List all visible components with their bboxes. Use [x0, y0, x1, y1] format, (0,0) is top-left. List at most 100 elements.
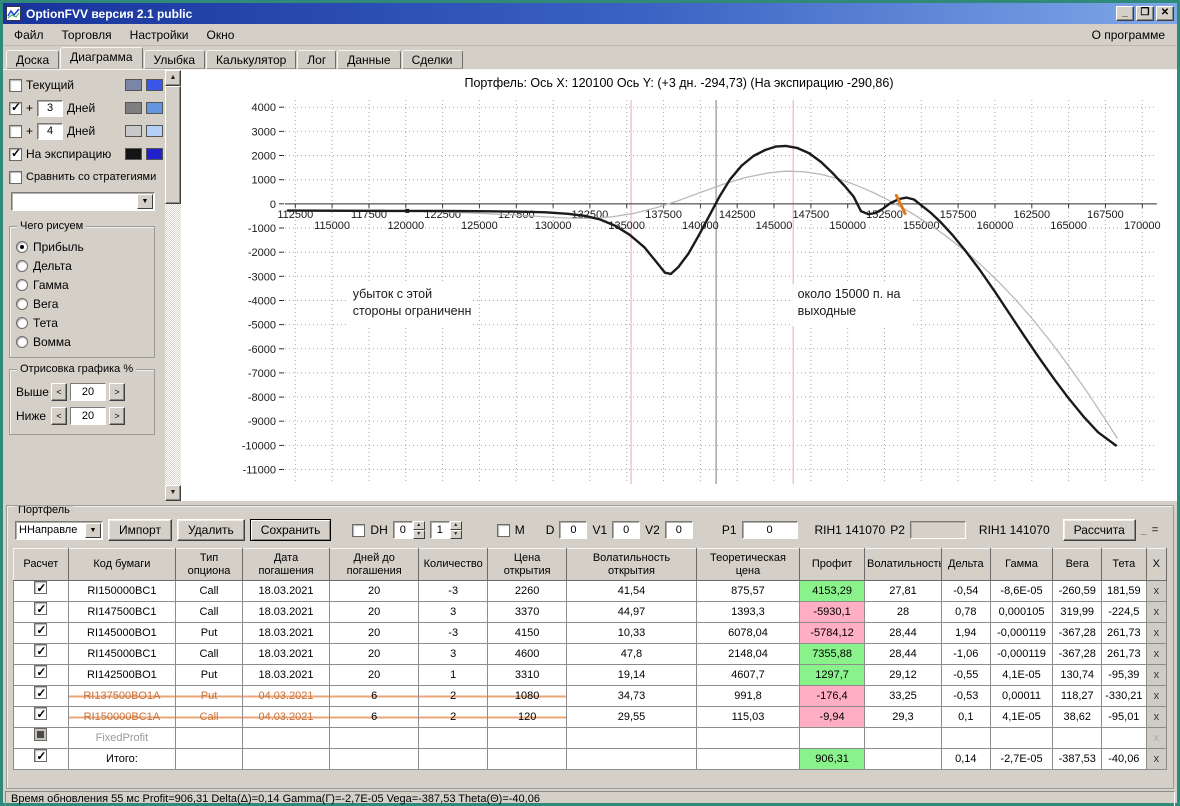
panel-restore-icon[interactable]: = [1152, 524, 1158, 536]
maximize-icon[interactable]: ❐ [1136, 6, 1154, 21]
delete-row-button[interactable]: x [1145, 727, 1168, 749]
column-header-9[interactable]: Профит [799, 548, 865, 581]
column-header-1[interactable]: Код бумаги [67, 548, 177, 581]
column-header-14[interactable]: Тета [1101, 548, 1147, 581]
spin-up-icon[interactable]: ▲ [449, 521, 462, 530]
draw-option-theta[interactable]: Тета [16, 313, 148, 332]
days-4-input[interactable] [37, 122, 64, 140]
d-input[interactable] [559, 521, 588, 539]
column-header-11[interactable]: Дельта [940, 548, 991, 581]
below-percent-input[interactable] [70, 407, 106, 425]
dh-spinner-1-input[interactable] [392, 521, 413, 539]
column-header-4[interactable]: Дней до погашения [329, 548, 420, 581]
close-icon[interactable]: ✕ [1156, 6, 1174, 21]
titlebar[interactable]: OptionFVV версия 2.1 public _ ❐ ✕ [3, 3, 1177, 24]
tab-calculator[interactable]: Калькулятор [206, 50, 297, 69]
current-color-swatch-1[interactable] [125, 79, 142, 91]
delete-row-button[interactable]: x [1145, 664, 1168, 686]
import-button[interactable]: Импорт [108, 519, 172, 541]
row-calc-checkbox[interactable] [34, 728, 48, 741]
column-header-13[interactable]: Вега [1052, 548, 1103, 581]
column-header-0[interactable]: Расчет [13, 548, 69, 581]
above-increase-icon[interactable]: > [109, 383, 125, 401]
expiration-checkbox[interactable] [9, 146, 22, 161]
column-header-15[interactable]: X [1145, 548, 1168, 581]
radio-delta[interactable] [16, 259, 28, 272]
column-header-3[interactable]: Дата погашения [241, 548, 331, 581]
scroll-down-icon[interactable]: ▼ [165, 485, 181, 501]
calculate-button[interactable]: Рассчита [1062, 519, 1136, 541]
p1-input[interactable] [741, 521, 798, 539]
profit-chart[interactable]: 4000 3000 2000 1000 0 -1000 -2000 -3000 -4000 -50… [185, 92, 1173, 498]
below-increase-icon[interactable]: > [109, 407, 125, 425]
radio-vomma[interactable] [16, 335, 28, 348]
menu-window[interactable]: Окно [198, 26, 244, 44]
below-decrease-icon[interactable]: < [51, 407, 67, 425]
days-4-color-swatch-2[interactable] [146, 125, 163, 137]
row-calc-checkbox[interactable] [34, 686, 48, 703]
tab-board[interactable]: Доска [6, 50, 60, 69]
direction-select[interactable]: ННаправле ▼ [15, 520, 103, 540]
tab-smile[interactable]: Улыбка [143, 50, 206, 69]
draw-option-vomma[interactable]: Вомма [16, 332, 148, 351]
days-4-checkbox[interactable] [9, 124, 22, 138]
row-calc-checkbox[interactable] [34, 665, 48, 682]
panel-minimize-icon[interactable]: _ [1141, 524, 1147, 536]
row-calc-checkbox[interactable] [34, 623, 48, 640]
menu-about[interactable]: О программе [1082, 26, 1175, 44]
expiration-color-swatch-2[interactable] [146, 148, 163, 160]
tab-deals[interactable]: Сделки [401, 50, 463, 69]
days-3-input[interactable] [37, 99, 64, 117]
draw-option-gamma[interactable]: Гамма [16, 275, 148, 294]
delete-row-button[interactable]: x [1145, 706, 1168, 728]
delete-row-button[interactable]: x [1145, 601, 1168, 623]
current-checkbox[interactable] [9, 78, 22, 92]
days-4-color-swatch-1[interactable] [125, 125, 142, 137]
settings-scrollbar[interactable]: ▲ ▼ [165, 70, 181, 501]
delete-row-button[interactable]: x [1145, 748, 1168, 770]
spin-up-icon[interactable]: ▲ [412, 521, 425, 530]
radio-theta[interactable] [16, 316, 28, 329]
row-calc-checkbox[interactable] [34, 602, 48, 619]
scrollbar-thumb[interactable] [165, 86, 181, 204]
strategy-select[interactable]: ▼ [11, 192, 155, 211]
radio-vega[interactable] [16, 297, 28, 310]
dh-checkbox[interactable] [352, 523, 366, 537]
above-percent-input[interactable] [70, 383, 106, 401]
row-calc-checkbox[interactable] [34, 707, 48, 724]
row-calc-checkbox[interactable] [34, 644, 48, 661]
draw-option-delta[interactable]: Дельта [16, 256, 148, 275]
v1-input[interactable] [612, 521, 641, 539]
delete-row-button[interactable]: x [1145, 622, 1168, 644]
dh-spinner-2-input[interactable] [429, 521, 450, 539]
m-checkbox[interactable] [496, 523, 510, 537]
tab-data[interactable]: Данные [337, 50, 401, 69]
spin-down-icon[interactable]: ▼ [412, 530, 425, 539]
column-header-10[interactable]: Волатильность [863, 548, 942, 581]
column-header-7[interactable]: Волатильность открытия [566, 548, 697, 581]
row-calc-checkbox[interactable] [34, 581, 48, 598]
delete-row-button[interactable]: x [1145, 580, 1168, 602]
expiration-color-swatch-1[interactable] [125, 148, 142, 160]
delete-row-button[interactable]: x [1145, 685, 1168, 707]
column-header-12[interactable]: Гамма [989, 548, 1054, 581]
chevron-down-icon[interactable]: ▼ [85, 522, 101, 538]
minimize-icon[interactable]: _ [1116, 6, 1134, 21]
v2-input[interactable] [664, 521, 693, 539]
row-calc-checkbox[interactable] [34, 749, 48, 766]
column-header-5[interactable]: Количество [418, 548, 489, 581]
delete-button[interactable]: Удалить [176, 519, 245, 541]
above-decrease-icon[interactable]: < [51, 383, 67, 401]
p2-input[interactable] [909, 521, 966, 539]
spin-down-icon[interactable]: ▼ [449, 530, 462, 539]
draw-option-vega[interactable]: Вега [16, 294, 148, 313]
column-header-2[interactable]: Тип опциона [175, 548, 243, 581]
menu-file[interactable]: Файл [5, 26, 53, 44]
scroll-up-icon[interactable]: ▲ [165, 70, 181, 86]
chevron-down-icon[interactable]: ▼ [137, 194, 153, 209]
days-3-color-swatch-1[interactable] [125, 102, 142, 114]
column-header-8[interactable]: Теоретическая цена [695, 548, 801, 581]
days-3-checkbox[interactable] [9, 100, 22, 115]
radio-gamma[interactable] [16, 278, 28, 291]
delete-row-button[interactable]: x [1145, 643, 1168, 665]
